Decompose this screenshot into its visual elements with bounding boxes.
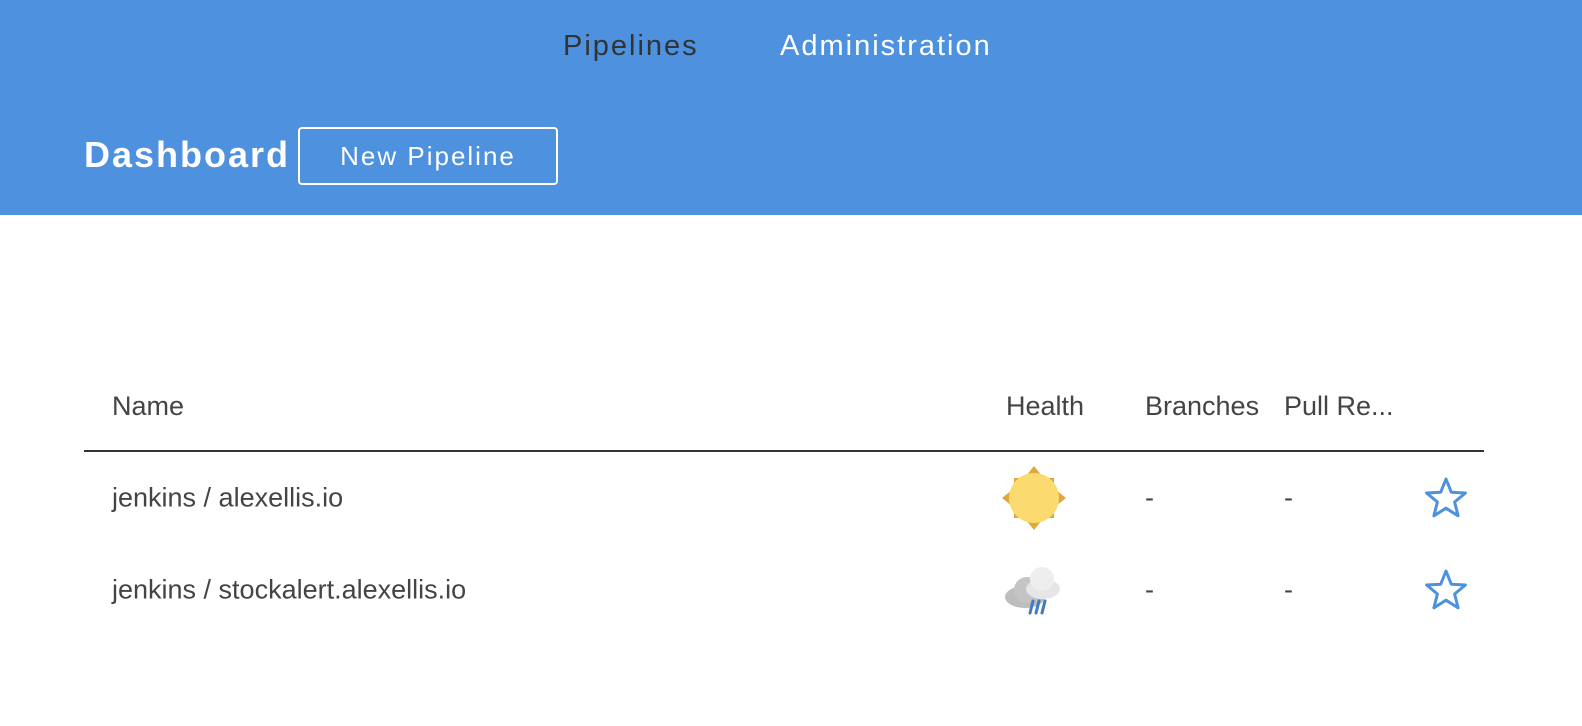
top-navigation: Pipelines Administration bbox=[0, 30, 1582, 70]
sunny-weather-icon bbox=[1001, 465, 1067, 531]
column-header-pull-requests[interactable]: Pull Re... bbox=[1284, 391, 1394, 422]
column-header-branches[interactable]: Branches bbox=[1145, 391, 1259, 422]
branches-count: - bbox=[1145, 574, 1154, 605]
table-row[interactable]: jenkins / alexellis.io - - bbox=[84, 452, 1484, 544]
page-title: Dashboard bbox=[84, 134, 291, 175]
rainy-weather-icon bbox=[1001, 557, 1067, 623]
column-header-health[interactable]: Health bbox=[1006, 391, 1084, 422]
new-pipeline-button[interactable]: New Pipeline bbox=[298, 127, 558, 185]
pipelines-table: Name Health Branches Pull Re... jenkins … bbox=[84, 375, 1484, 636]
branches-count: - bbox=[1145, 482, 1154, 513]
table-header: Name Health Branches Pull Re... bbox=[84, 375, 1484, 452]
pull-requests-count: - bbox=[1284, 574, 1293, 605]
pipeline-name[interactable]: jenkins / stockalert.alexellis.io bbox=[112, 575, 466, 606]
column-header-name[interactable]: Name bbox=[112, 391, 184, 422]
star-outline-icon[interactable] bbox=[1424, 476, 1468, 520]
nav-administration-link[interactable]: Administration bbox=[780, 30, 992, 63]
pull-requests-count: - bbox=[1284, 482, 1293, 513]
nav-pipelines-link[interactable]: Pipelines bbox=[563, 30, 699, 63]
pipeline-name[interactable]: jenkins / alexellis.io bbox=[112, 483, 343, 514]
page-header: Pipelines Administration Dashboard New P… bbox=[0, 0, 1582, 215]
table-row[interactable]: jenkins / stockalert.alexellis.io - - bbox=[84, 544, 1484, 636]
star-outline-icon[interactable] bbox=[1424, 568, 1468, 612]
